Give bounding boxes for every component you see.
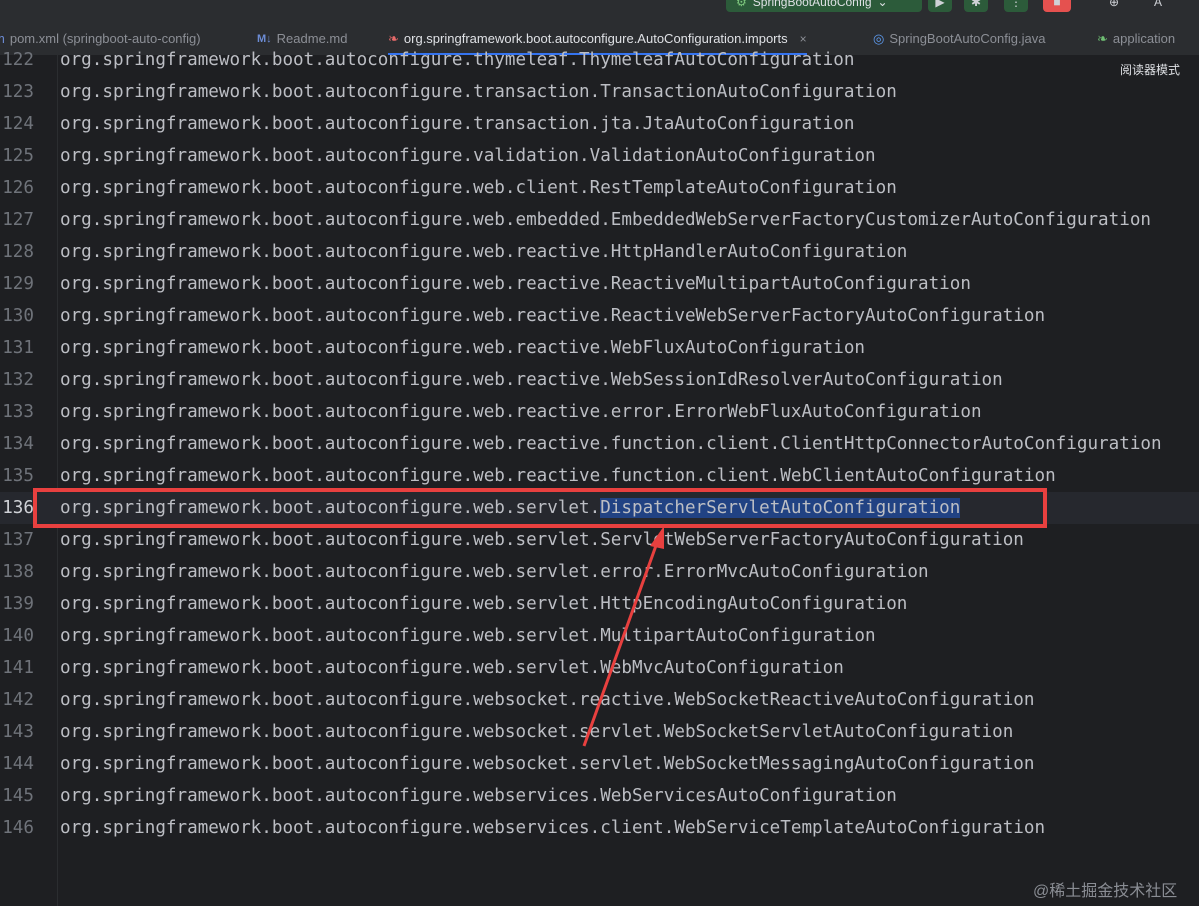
code-line[interactable]: 140 org.springframework.boot.autoconfigur… bbox=[0, 620, 1199, 652]
line-number: 125 bbox=[2, 146, 34, 166]
code-text[interactable]: org.springframework.boot.autoconfigure.w… bbox=[60, 460, 1056, 492]
line-number: 122 bbox=[2, 50, 34, 70]
line-number: 141 bbox=[2, 658, 34, 678]
line-number: 146 bbox=[2, 818, 34, 838]
code-text[interactable]: org.springframework.boot.autoconfigure.w… bbox=[60, 652, 844, 684]
code-line[interactable]: 132 org.springframework.boot.autoconfigur… bbox=[0, 364, 1199, 396]
line-number: 143 bbox=[2, 722, 34, 742]
code-text[interactable]: org.springframework.boot.autoconfigure.w… bbox=[60, 364, 1003, 396]
code-line[interactable]: 128 org.springframework.boot.autoconfigur… bbox=[0, 236, 1199, 268]
code-text[interactable]: org.springframework.boot.autoconfigure.w… bbox=[60, 332, 865, 364]
code-text[interactable]: org.springframework.boot.autoconfigure.w… bbox=[60, 172, 897, 204]
add-user-icon[interactable]: ⊕ bbox=[1102, 0, 1126, 12]
line-number: 126 bbox=[2, 178, 34, 198]
code-line[interactable]: 130 org.springframework.boot.autoconfigur… bbox=[0, 300, 1199, 332]
code-text[interactable]: org.springframework.boot.autoconfigure.w… bbox=[60, 684, 1035, 716]
code-text-prefix: org.springframework.boot.autoconfigure.w… bbox=[60, 498, 601, 518]
code-line[interactable]: 139 org.springframework.boot.autoconfigur… bbox=[0, 588, 1199, 620]
line-number: 136 bbox=[2, 498, 34, 518]
code-text[interactable]: org.springframework.boot.autoconfigure.v… bbox=[60, 140, 876, 172]
code-text[interactable]: org.springframework.boot.autoconfigure.t… bbox=[60, 76, 897, 108]
debug-icon[interactable]: ✱ bbox=[964, 0, 988, 12]
chevron-down-icon: ⌄ bbox=[877, 0, 888, 9]
top-toolbar: ⚙ SpringBootAutoConfig ⌄ ▶ ✱ ⋮ ■ ⊕ A bbox=[0, 0, 1199, 22]
code-text[interactable]: org.springframework.boot.autoconfigure.w… bbox=[60, 396, 982, 428]
line-number: 123 bbox=[2, 82, 34, 102]
code-text[interactable]: org.springframework.boot.autoconfigure.w… bbox=[60, 204, 1151, 236]
line-number: 140 bbox=[2, 626, 34, 646]
code-line[interactable]: 134 org.springframework.boot.autoconfigur… bbox=[0, 428, 1199, 460]
line-number: 142 bbox=[2, 690, 34, 710]
line-number: 128 bbox=[2, 242, 34, 262]
code-text[interactable]: org.springframework.boot.autoconfigure.w… bbox=[60, 524, 1024, 556]
code-text[interactable]: org.springframework.boot.autoconfigure.w… bbox=[60, 556, 929, 588]
code-line[interactable]: 145 org.springframework.boot.autoconfigur… bbox=[0, 780, 1199, 812]
line-number: 145 bbox=[2, 786, 34, 806]
code-line[interactable]: 127 org.springframework.boot.autoconfigur… bbox=[0, 204, 1199, 236]
line-number: 130 bbox=[2, 306, 34, 326]
code-text[interactable]: org.springframework.boot.autoconfigure.w… bbox=[60, 492, 961, 524]
line-number: 132 bbox=[2, 370, 34, 390]
line-number: 135 bbox=[2, 466, 34, 486]
code-text[interactable]: org.springframework.boot.autoconfigure.w… bbox=[60, 780, 897, 812]
code-line[interactable]: 136 org.springframework.boot.autoconfigur… bbox=[0, 492, 1199, 524]
code-text[interactable]: org.springframework.boot.autoconfigure.w… bbox=[60, 588, 907, 620]
code-line[interactable]: 146 org.springframework.boot.autoconfigur… bbox=[0, 812, 1199, 844]
markdown-icon: M↓ bbox=[257, 32, 272, 45]
run-configuration-selector[interactable]: ⚙ SpringBootAutoConfig ⌄ bbox=[726, 0, 922, 12]
code-line[interactable]: 137 org.springframework.boot.autoconfigur… bbox=[0, 524, 1199, 556]
run-config-label: SpringBootAutoConfig bbox=[752, 0, 872, 9]
stop-icon[interactable]: ■ bbox=[1043, 0, 1071, 12]
code-line[interactable]: 129 org.springframework.boot.autoconfigur… bbox=[0, 268, 1199, 300]
line-number: 124 bbox=[2, 114, 34, 134]
spring-boot-icon: ⚙ bbox=[736, 0, 747, 9]
code-line[interactable]: 143 org.springframework.boot.autoconfigur… bbox=[0, 716, 1199, 748]
code-line[interactable]: 138 org.springframework.boot.autoconfigur… bbox=[0, 556, 1199, 588]
code-line[interactable]: 142 org.springframework.boot.autoconfigur… bbox=[0, 684, 1199, 716]
line-number: 131 bbox=[2, 338, 34, 358]
code-line[interactable]: 125 org.springframework.boot.autoconfigur… bbox=[0, 140, 1199, 172]
line-number: 144 bbox=[2, 754, 34, 774]
line-number: 133 bbox=[2, 402, 34, 422]
code-text[interactable]: org.springframework.boot.autoconfigure.w… bbox=[60, 812, 1045, 844]
more-actions-icon[interactable]: ⋮ bbox=[1004, 0, 1028, 12]
line-number: 137 bbox=[2, 530, 34, 550]
code-line[interactable]: 122 org.springframework.boot.autoconfigur… bbox=[0, 44, 1199, 76]
line-number: 129 bbox=[2, 274, 34, 294]
code-line[interactable]: 144 org.springframework.boot.autoconfigur… bbox=[0, 748, 1199, 780]
code-text[interactable]: org.springframework.boot.autoconfigure.w… bbox=[60, 300, 1045, 332]
watermark: @稀土掘金技术社区 bbox=[1033, 883, 1178, 900]
line-number: 138 bbox=[2, 562, 34, 582]
code-line[interactable]: 126 org.springframework.boot.autoconfigur… bbox=[0, 172, 1199, 204]
code-text[interactable]: org.springframework.boot.autoconfigure.w… bbox=[60, 716, 1013, 748]
code-text[interactable]: org.springframework.boot.autoconfigure.w… bbox=[60, 236, 907, 268]
code-text[interactable]: org.springframework.boot.autoconfigure.w… bbox=[60, 268, 971, 300]
reader-mode-button[interactable]: 阅读器模式 bbox=[1120, 61, 1180, 78]
code-text[interactable]: org.springframework.boot.autoconfigure.t… bbox=[60, 44, 854, 76]
code-line[interactable]: 124 org.springframework.boot.autoconfigur… bbox=[0, 108, 1199, 140]
code-line[interactable]: 133 org.springframework.boot.autoconfigur… bbox=[0, 396, 1199, 428]
line-number: 134 bbox=[2, 434, 34, 454]
code-line[interactable]: 135 org.springframework.boot.autoconfigur… bbox=[0, 460, 1199, 492]
translate-icon[interactable]: A bbox=[1146, 0, 1170, 12]
line-number: 139 bbox=[2, 594, 34, 614]
code-line[interactable]: 123 org.springframework.boot.autoconfigur… bbox=[0, 76, 1199, 108]
code-line[interactable]: 131 org.springframework.boot.autoconfigur… bbox=[0, 332, 1199, 364]
run-icon[interactable]: ▶ bbox=[928, 0, 952, 12]
code-text[interactable]: org.springframework.boot.autoconfigure.t… bbox=[60, 108, 854, 140]
code-line[interactable]: 141 org.springframework.boot.autoconfigur… bbox=[0, 652, 1199, 684]
code-text[interactable]: org.springframework.boot.autoconfigure.w… bbox=[60, 748, 1035, 780]
code-text[interactable]: org.springframework.boot.autoconfigure.w… bbox=[60, 620, 876, 652]
line-number: 127 bbox=[2, 210, 34, 230]
selected-text: DispatcherServletAutoConfiguration bbox=[600, 498, 961, 518]
code-text[interactable]: org.springframework.boot.autoconfigure.w… bbox=[60, 428, 1162, 460]
